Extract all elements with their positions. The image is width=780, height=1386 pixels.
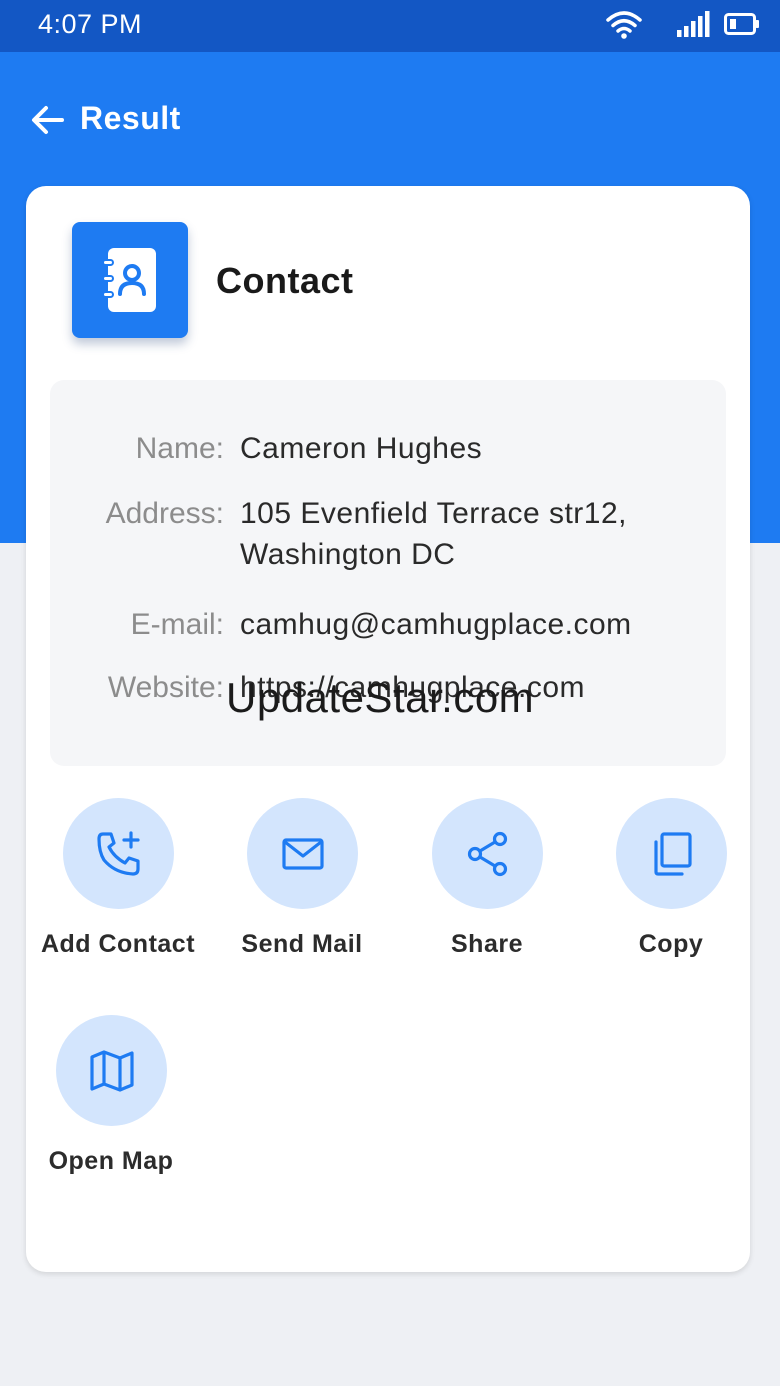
action-label: Share xyxy=(451,930,523,958)
battery-icon xyxy=(724,13,759,35)
map-icon xyxy=(90,1050,134,1092)
action-label: Send Mail xyxy=(241,930,363,958)
field-label: Name: xyxy=(135,432,224,465)
field-value[interactable]: Cameron Hughes xyxy=(240,428,720,469)
action-circle xyxy=(616,798,727,909)
signal-icon xyxy=(677,11,710,37)
copy-icon xyxy=(654,832,692,876)
action-label: Copy xyxy=(638,930,704,958)
result-type-title: Contact xyxy=(216,260,354,301)
action-label: Add Contact xyxy=(40,930,196,958)
app-bar: Result xyxy=(0,52,780,186)
add-contact-button[interactable]: Add Contact xyxy=(28,798,208,988)
contact-type-badge xyxy=(72,222,188,338)
field-value[interactable]: camhug@camhugplace.com xyxy=(240,604,720,645)
field-label: E-mail: xyxy=(130,608,224,641)
status-bar: 4:07 PM xyxy=(0,0,780,52)
wifi-icon xyxy=(606,11,642,39)
contact-details: Name: Cameron Hughes Address: 105 Evenfi… xyxy=(50,380,726,766)
status-time: 4:07 PM xyxy=(38,9,143,39)
field-label: Address: xyxy=(105,497,224,530)
share-button[interactable]: Share xyxy=(397,798,577,988)
result-card: Contact Name: Cameron Hughes Address: 10… xyxy=(26,186,750,1272)
phone-plus-icon xyxy=(97,831,140,876)
action-label: Open Map xyxy=(48,1147,174,1175)
field-value[interactable]: https://camhugplace.com xyxy=(240,667,720,708)
arrow-left-icon xyxy=(32,106,64,134)
page-title: Result xyxy=(80,100,181,136)
action-circle xyxy=(63,798,174,909)
action-circle xyxy=(247,798,358,909)
action-circle xyxy=(56,1015,167,1126)
mail-icon xyxy=(282,838,324,870)
back-button[interactable] xyxy=(28,100,68,140)
contact-book-icon xyxy=(102,248,156,312)
action-circle xyxy=(432,798,543,909)
copy-button[interactable]: Copy xyxy=(581,798,761,988)
open-map-button[interactable]: Open Map xyxy=(21,1015,201,1205)
send-mail-button[interactable]: Send Mail xyxy=(212,798,392,988)
share-icon xyxy=(467,831,508,877)
field-value[interactable]: 105 Evenfield Terrace str12, Washington … xyxy=(240,493,720,575)
field-label: Website: xyxy=(107,671,224,704)
